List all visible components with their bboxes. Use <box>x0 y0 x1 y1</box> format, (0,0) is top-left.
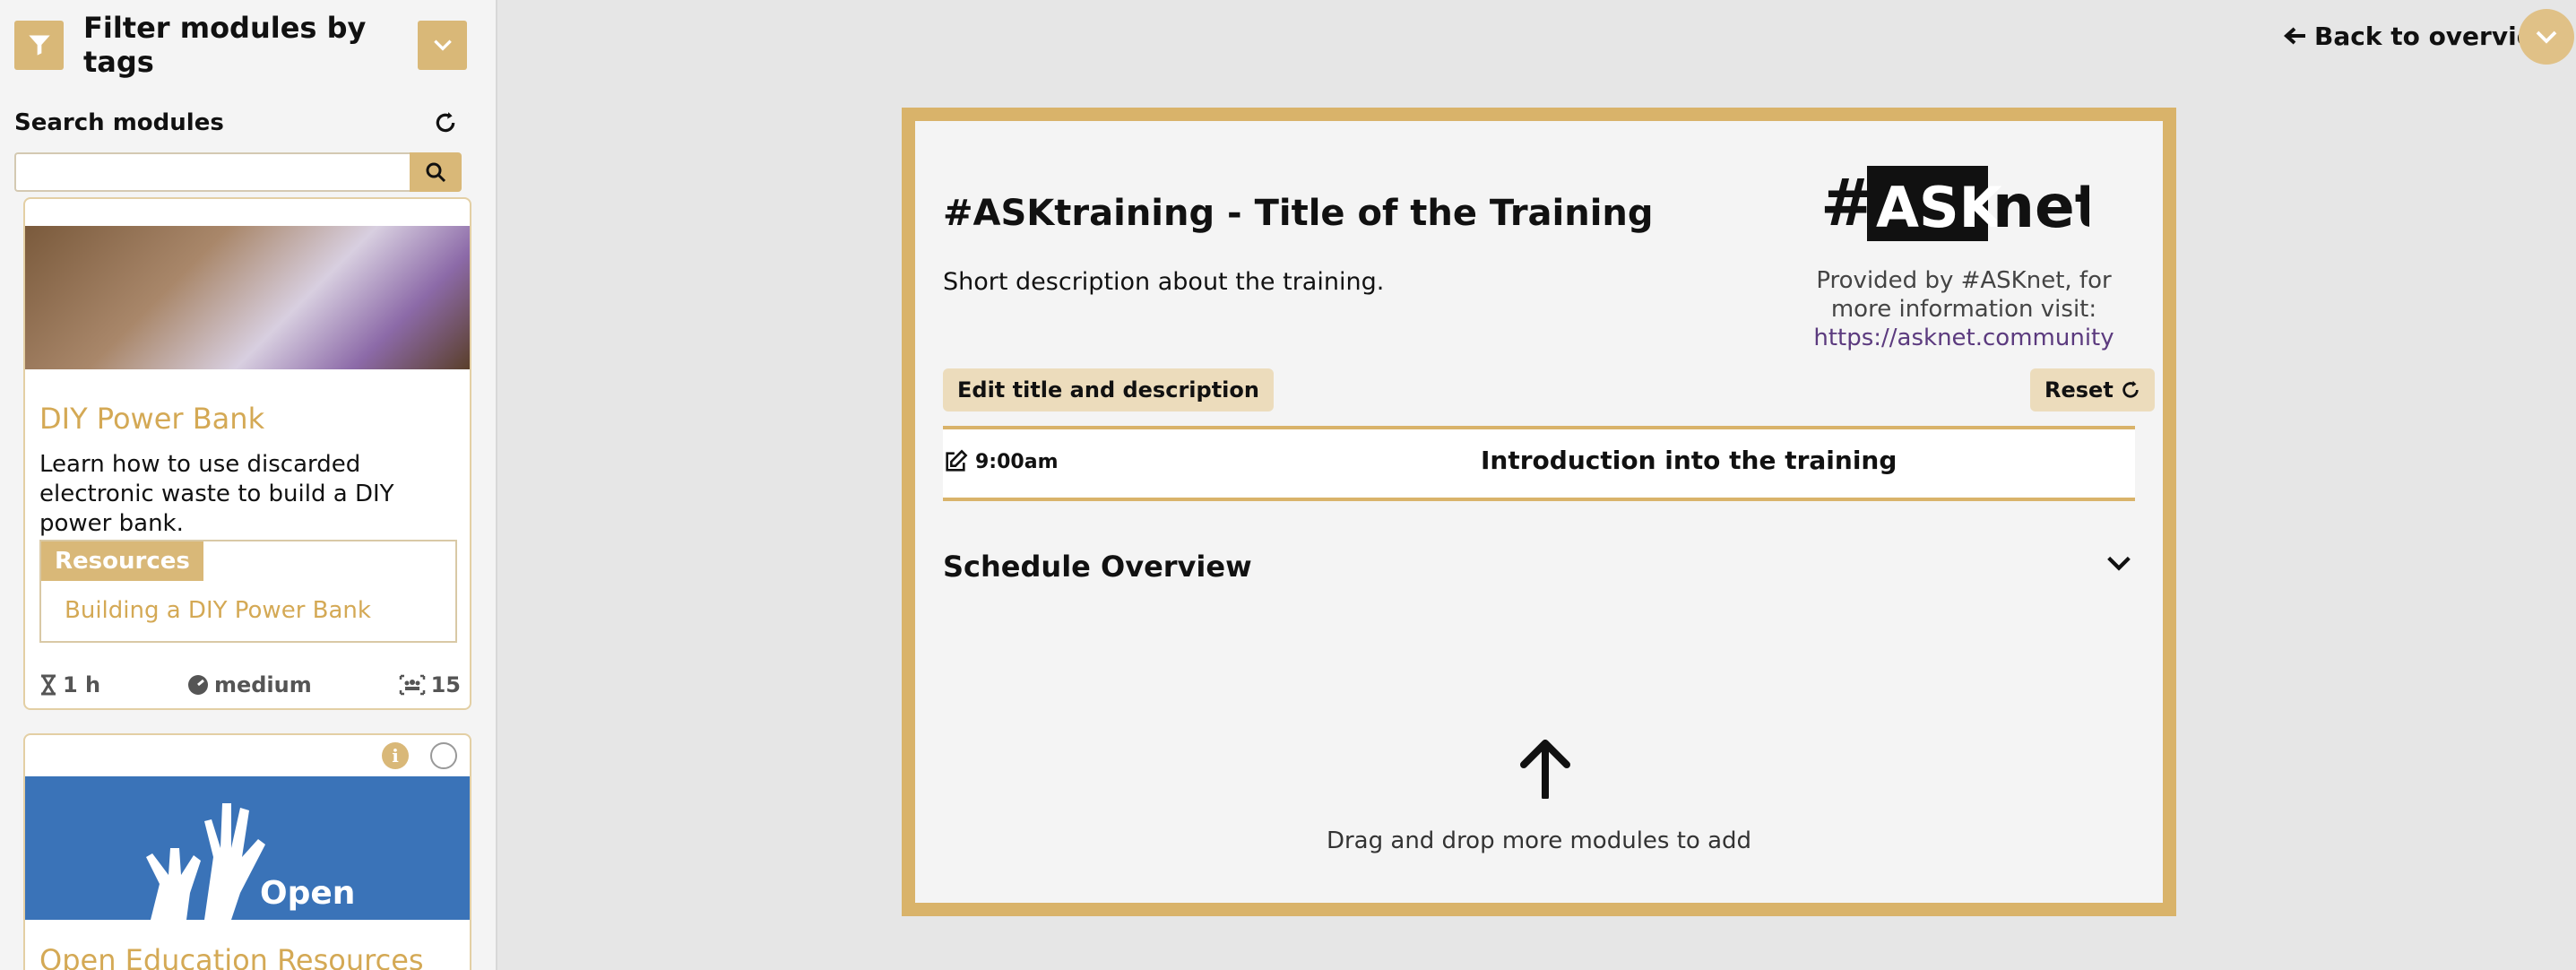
module-meta: 1 h medium 15 <box>39 672 461 697</box>
module-title[interactable]: Open Education Resources <box>39 943 424 970</box>
provided-text: Provided by #ASKnet, for more informatio… <box>1816 267 2112 323</box>
menu-toggle-button[interactable] <box>2519 9 2574 65</box>
back-to-overview-link[interactable]: Back to overview <box>2284 18 2557 54</box>
training-panel[interactable]: #ASKtraining - Title of the Training Sho… <box>902 108 2176 916</box>
module-description: Learn how to use discarded electronic wa… <box>39 451 394 537</box>
filter-title: Filter modules by tags <box>83 11 367 79</box>
module-card[interactable]: i Open Open Education Resources <box>23 733 471 970</box>
module-card[interactable]: DIY Power Bank Learn how to use discarde… <box>23 197 471 710</box>
schedule-overview-title[interactable]: Schedule Overview <box>943 550 1252 584</box>
module-title[interactable]: DIY Power Bank <box>39 402 264 436</box>
logo-net: net <box>1993 172 2089 241</box>
image-caption: Open <box>260 875 356 912</box>
asknet-logo: # ASK net <box>1820 165 2089 241</box>
resource-link[interactable]: Building a DIY Power Bank <box>65 597 371 624</box>
reset-label: Reset <box>2044 377 2114 403</box>
search-row <box>14 152 462 192</box>
edit-title-label: Edit title and description <box>957 377 1259 403</box>
logo-ask: ASK <box>1876 175 2004 240</box>
training-description: Short description about the training. <box>943 268 1385 296</box>
difficulty: medium <box>187 672 312 697</box>
provided-by: Provided by #ASKnet, for more informatio… <box>1794 266 2134 352</box>
filter-expand-button[interactable] <box>418 20 467 70</box>
drag-drop-hint: Drag and drop more modules to add <box>1326 827 1752 854</box>
edit-title-button[interactable]: Edit title and description <box>943 368 1274 411</box>
hourglass-icon <box>41 674 56 696</box>
participants-value: 15 <box>430 672 461 697</box>
participants: 15 <box>399 672 461 697</box>
module-image: Open <box>25 776 470 920</box>
edit-icon[interactable] <box>943 449 968 474</box>
filter-header: Filter modules by tags <box>14 11 467 79</box>
search-label-row: Search modules <box>14 109 457 136</box>
search-icon <box>426 162 446 183</box>
filter-button[interactable] <box>14 20 64 70</box>
resources-header: Resources <box>41 541 203 581</box>
search-button[interactable] <box>410 152 462 192</box>
select-checkbox[interactable] <box>430 742 457 769</box>
card-actions: i <box>382 742 457 769</box>
resources-box: Resources Building a DIY Power Bank <box>39 540 457 643</box>
duration-value: 1 h <box>63 672 101 697</box>
schedule-time: 9:00am <box>943 449 1059 474</box>
asknet-link[interactable]: https://asknet.community <box>1794 324 2134 352</box>
schedule-row[interactable]: 9:00am Introduction into the training <box>943 426 2135 501</box>
search-input[interactable] <box>14 152 410 192</box>
chevron-down-icon <box>2536 30 2557 44</box>
gauge-icon <box>187 675 208 695</box>
refresh-icon[interactable] <box>434 111 457 134</box>
filter-icon <box>28 35 50 56</box>
sidebar: Filter modules by tags Search modules DI… <box>0 0 497 970</box>
arrow-left-icon <box>2284 27 2305 45</box>
chevron-down-icon <box>433 39 452 51</box>
chevron-down-icon[interactable] <box>2104 548 2134 578</box>
module-image <box>25 226 470 369</box>
schedule-label: Introduction into the training <box>1481 446 1897 475</box>
training-title: #ASKtraining - Title of the Training <box>943 193 1654 234</box>
group-icon <box>399 674 425 696</box>
info-icon[interactable]: i <box>382 742 409 769</box>
arrow-up-icon <box>1520 740 1570 799</box>
refresh-icon <box>2122 380 2139 398</box>
search-label: Search modules <box>14 109 224 136</box>
duration: 1 h <box>39 672 100 697</box>
reset-button[interactable]: Reset <box>2030 368 2155 411</box>
logo-hash: # <box>1820 165 1874 240</box>
schedule-time-value: 9:00am <box>975 450 1059 473</box>
difficulty-value: medium <box>213 672 312 697</box>
